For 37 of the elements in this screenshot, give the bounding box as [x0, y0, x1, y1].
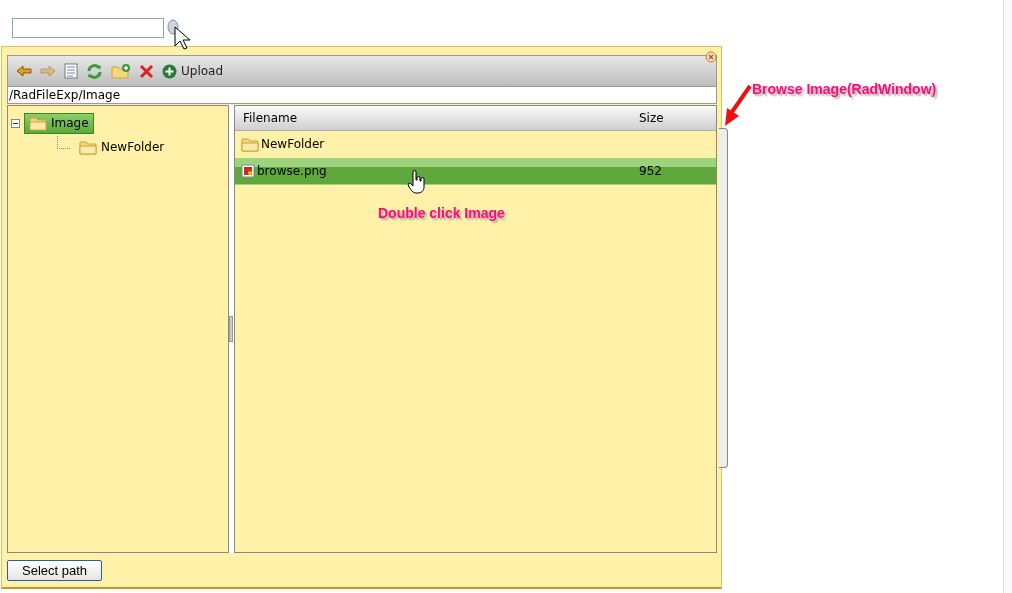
pointer-arrow-icon — [722, 82, 752, 128]
tree-node[interactable]: NewFolder — [74, 136, 170, 158]
annotation-label: Double click Image — [378, 205, 505, 221]
delete-icon — [139, 63, 154, 79]
plus-circle-icon — [162, 63, 177, 79]
refresh-button[interactable] — [86, 62, 103, 80]
column-header[interactable]: Size — [639, 111, 716, 125]
folder-icon — [79, 139, 97, 155]
hand-cursor-icon — [407, 170, 427, 194]
scrollbar[interactable] — [1003, 0, 1012, 593]
view-button[interactable] — [64, 63, 78, 79]
folder-icon — [241, 136, 259, 152]
file-name: browse.png — [257, 164, 327, 178]
left-arrow-icon — [16, 65, 32, 77]
tree-node[interactable]: Image — [24, 112, 94, 134]
right-arrow-icon — [40, 65, 56, 77]
file-row[interactable]: NewFolder — [235, 131, 716, 158]
column-header[interactable]: Filename — [235, 111, 639, 125]
new-folder-icon — [111, 63, 131, 79]
annotation-label: Browse Image(RadWindow) — [752, 81, 937, 97]
file-row[interactable]: browse.png 952 — [235, 158, 716, 185]
path-input-field[interactable] — [12, 18, 164, 38]
file-name: NewFolder — [261, 137, 325, 151]
upload-button[interactable]: Upload — [162, 63, 224, 79]
arrow-cursor-icon — [174, 26, 190, 50]
splitter-handle[interactable] — [229, 316, 233, 342]
path-field[interactable]: /RadFileExp/Image — [7, 87, 717, 104]
refresh-icon — [86, 62, 103, 80]
folder-icon — [29, 115, 47, 131]
file-size: 952 — [639, 164, 663, 178]
new-folder-button[interactable] — [111, 63, 131, 79]
expand-toggle[interactable] — [11, 118, 20, 128]
image-file-icon — [241, 164, 255, 178]
document-icon — [64, 63, 78, 79]
back-button[interactable] — [16, 65, 32, 77]
delete-button[interactable] — [139, 63, 154, 79]
select-path-button[interactable]: Select path — [7, 559, 103, 581]
